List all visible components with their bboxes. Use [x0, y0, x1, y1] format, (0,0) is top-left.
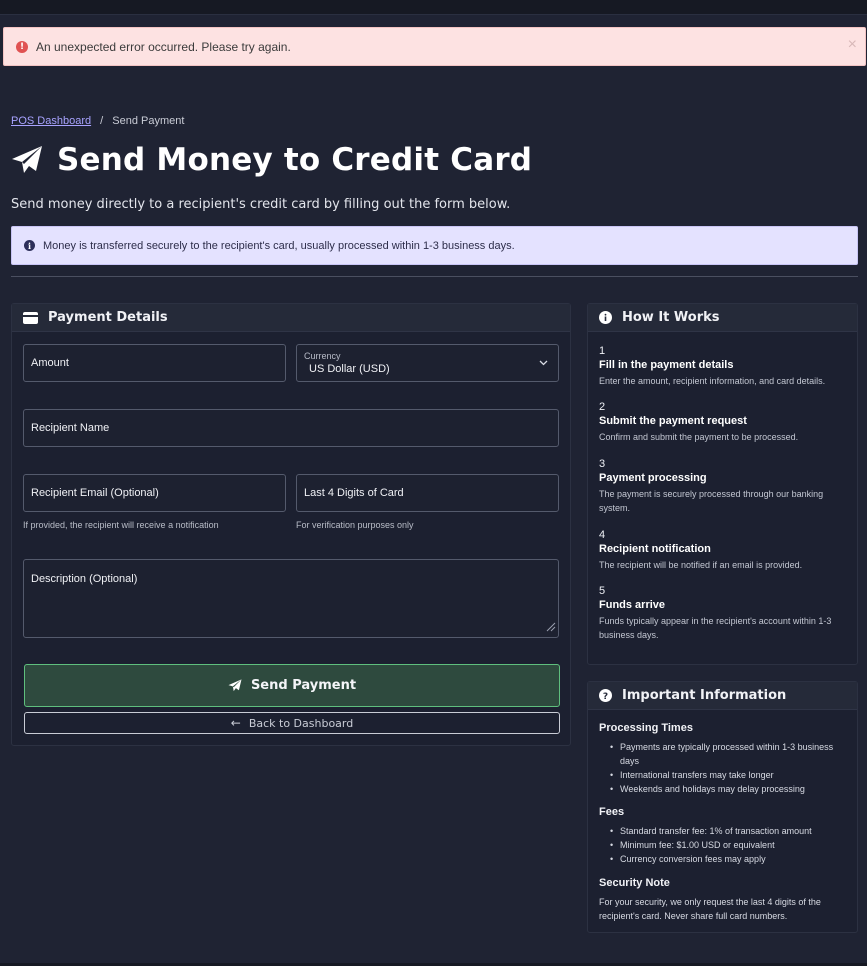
- list-item: Payments are typically processed within …: [599, 740, 849, 768]
- security-note-section: Security Note For your security, we only…: [599, 877, 844, 923]
- info-banner: i Money is transferred securely to the r…: [11, 226, 858, 265]
- step-description: Enter the amount, recipient information,…: [599, 376, 826, 386]
- credit-card-icon: [23, 311, 38, 324]
- svg-text:?: ?: [603, 692, 608, 702]
- amount-label: Amount: [31, 357, 69, 369]
- list-item: Currency conversion fees may apply: [599, 852, 849, 866]
- step-item: 4 Recipient notification The recipient w…: [599, 529, 849, 572]
- list-item: International transfers may take longer: [599, 768, 849, 782]
- breadcrumb-separator: /: [100, 115, 104, 127]
- security-note-title: Security Note: [599, 877, 670, 889]
- top-navbar: [0, 0, 867, 15]
- step-description: The recipient will be notified if an ema…: [599, 560, 803, 570]
- step-title: Fill in the payment details: [599, 359, 734, 371]
- recipient-name-label: Recipient Name: [31, 422, 110, 434]
- info-banner-text: Money is transferred securely to the rec…: [43, 239, 515, 252]
- recipient-name-field[interactable]: Recipient Name: [23, 409, 559, 447]
- currency-label: Currency: [304, 351, 341, 361]
- card-last4-label: Last 4 Digits of Card: [304, 487, 404, 499]
- step-number: 3: [599, 458, 606, 470]
- processing-times-title: Processing Times: [599, 722, 693, 734]
- fees-section: Fees Standard transfer fee: 1% of transa…: [599, 806, 849, 866]
- chevron-down-icon: [539, 357, 548, 369]
- page-subtitle: Send money directly to a recipient's cre…: [11, 197, 511, 212]
- paper-plane-icon: [12, 146, 42, 173]
- step-title: Submit the payment request: [599, 415, 747, 427]
- list-item: Minimum fee: $1.00 USD or equivalent: [599, 838, 849, 852]
- info-circle-icon: [599, 311, 612, 324]
- error-icon: !: [16, 40, 28, 53]
- processing-times-section: Processing Times Payments are typically …: [599, 722, 849, 796]
- paper-plane-icon: [228, 679, 242, 692]
- question-circle-icon: ?: [599, 689, 612, 702]
- how-it-works-header: How It Works: [588, 304, 857, 332]
- description-label: Description (Optional): [31, 573, 138, 585]
- list-item: Standard transfer fee: 1% of transaction…: [599, 824, 849, 838]
- payment-details-card: Payment Details Amount Currency US Dolla…: [11, 303, 571, 746]
- breadcrumb: POS Dashboard / Send Payment: [11, 115, 184, 127]
- error-message: An unexpected error occurred. Please try…: [36, 39, 291, 54]
- payment-details-title: Payment Details: [48, 310, 168, 325]
- card-last4-help: For verification purposes only: [296, 520, 414, 530]
- how-it-works-title: How It Works: [622, 310, 720, 325]
- back-to-dashboard-button[interactable]: ← Back to Dashboard: [24, 712, 560, 734]
- step-item: 5 Funds arrive Funds typically appear in…: [599, 585, 849, 642]
- page-title: Send Money to Credit Card: [11, 142, 532, 178]
- send-payment-button[interactable]: Send Payment: [24, 664, 560, 707]
- step-number: 5: [599, 585, 606, 597]
- description-textarea[interactable]: Description (Optional): [23, 559, 559, 638]
- important-info-card: ? Important Information Processing Times…: [587, 681, 858, 933]
- list-item: Weekends and holidays may delay processi…: [599, 782, 849, 796]
- recipient-email-label: Recipient Email (Optional): [31, 487, 159, 499]
- close-icon[interactable]: ×: [848, 37, 857, 53]
- recipient-email-help: If provided, the recipient will receive …: [23, 520, 219, 530]
- step-item: 1 Fill in the payment details Enter the …: [599, 345, 849, 388]
- step-title: Payment processing: [599, 472, 707, 484]
- how-it-works-card: How It Works 1 Fill in the payment detai…: [587, 303, 858, 665]
- security-note-text: For your security, we only request the l…: [599, 897, 821, 921]
- page-title-text: Send Money to Credit Card: [57, 142, 533, 178]
- breadcrumb-current: Send Payment: [112, 115, 185, 127]
- important-info-title: Important Information: [622, 688, 787, 703]
- breadcrumb-home-link[interactable]: POS Dashboard: [11, 115, 91, 127]
- error-alert: ! An unexpected error occurred. Please t…: [3, 27, 866, 66]
- step-title: Recipient notification: [599, 543, 711, 555]
- step-description: The payment is securely processed throug…: [599, 489, 824, 513]
- send-payment-label: Send Payment: [250, 678, 357, 693]
- step-item: 2 Submit the payment request Confirm and…: [599, 401, 849, 444]
- step-description: Funds typically appear in the recipient'…: [599, 616, 832, 640]
- fees-title: Fees: [599, 806, 625, 818]
- card-last4-field[interactable]: Last 4 Digits of Card: [296, 474, 559, 512]
- step-number: 4: [599, 529, 606, 541]
- step-title: Funds arrive: [599, 599, 666, 611]
- step-item: 3 Payment processing The payment is secu…: [599, 458, 849, 515]
- info-icon: i: [24, 240, 35, 251]
- divider: [11, 276, 858, 277]
- recipient-email-field[interactable]: Recipient Email (Optional): [23, 474, 286, 512]
- step-number: 2: [599, 401, 606, 413]
- step-description: Confirm and submit the payment to be pro…: [599, 432, 799, 442]
- back-to-dashboard-label: Back to Dashboard: [248, 716, 354, 730]
- currency-value: US Dollar (USD): [309, 363, 390, 375]
- amount-field[interactable]: Amount: [23, 344, 286, 382]
- currency-select[interactable]: Currency US Dollar (USD): [296, 344, 559, 382]
- payment-details-header: Payment Details: [12, 304, 570, 332]
- resize-handle-icon[interactable]: [546, 622, 556, 635]
- arrow-left-icon: ←: [230, 716, 241, 730]
- step-number: 1: [599, 345, 606, 357]
- important-info-header: ? Important Information: [588, 682, 857, 710]
